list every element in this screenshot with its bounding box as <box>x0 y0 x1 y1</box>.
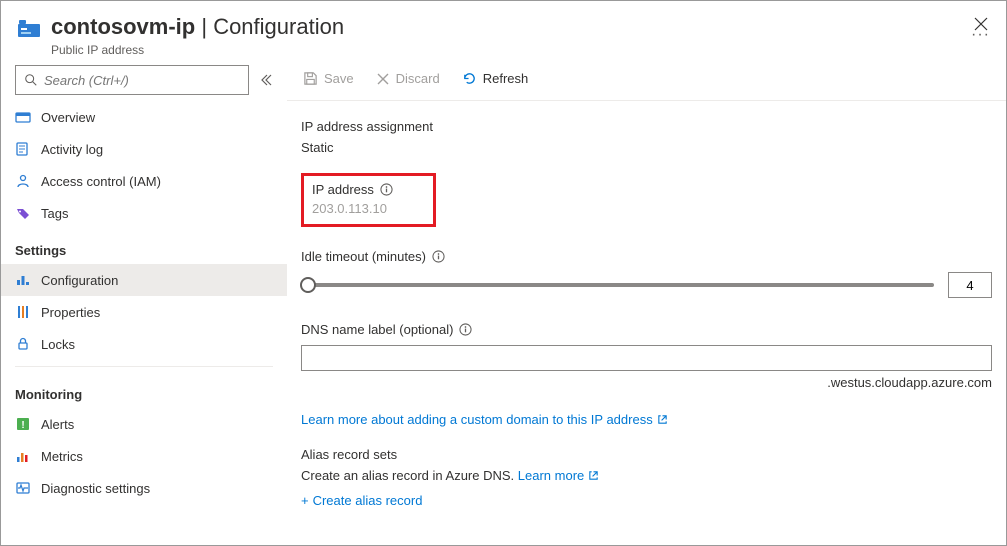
iam-icon <box>15 173 31 189</box>
info-icon[interactable] <box>459 323 472 336</box>
save-button[interactable]: Save <box>301 69 356 88</box>
alias-text: Create an alias record in Azure DNS. <box>301 468 514 483</box>
external-link-icon <box>657 414 668 425</box>
public-ip-icon <box>17 17 41 41</box>
sidebar-item-label: Alerts <box>41 417 74 432</box>
ip-label: IP address <box>312 182 374 197</box>
alias-header: Alias record sets <box>301 447 992 462</box>
assignment-value: Static <box>301 140 992 155</box>
sidebar-item-locks[interactable]: Locks <box>1 328 287 360</box>
sidebar-item-label: Tags <box>41 206 68 221</box>
dns-suffix: .westus.cloudapp.azure.com <box>301 375 992 390</box>
sidebar-item-label: Access control (IAM) <box>41 174 161 189</box>
dns-label: DNS name label (optional) <box>301 322 453 337</box>
sidebar-item-label: Overview <box>41 110 95 125</box>
sidebar-item-label: Metrics <box>41 449 83 464</box>
sidebar-item-label: Configuration <box>41 273 118 288</box>
sidebar-item-label: Locks <box>41 337 75 352</box>
search-input[interactable] <box>44 73 240 88</box>
tags-icon <box>15 205 31 221</box>
dns-name-input[interactable] <box>301 345 992 371</box>
save-icon <box>303 71 318 86</box>
metrics-icon <box>15 448 31 464</box>
nav-section-monitoring: Monitoring <box>1 373 287 408</box>
refresh-button[interactable]: Refresh <box>460 69 531 88</box>
properties-icon <box>15 304 31 320</box>
sidebar-item-iam[interactable]: Access control (IAM) <box>1 165 287 197</box>
lock-icon <box>15 336 31 352</box>
configuration-icon <box>15 272 31 288</box>
sidebar-item-diagnostic[interactable]: Diagnostic settings <box>1 472 287 504</box>
plus-icon: + <box>301 493 309 508</box>
sidebar-item-overview[interactable]: Overview <box>1 101 287 133</box>
resource-type: Public IP address <box>51 43 953 57</box>
discard-button[interactable]: Discard <box>374 69 442 88</box>
sidebar-item-properties[interactable]: Properties <box>1 296 287 328</box>
search-icon <box>24 73 38 87</box>
idle-timeout-value[interactable] <box>948 272 992 298</box>
external-link-icon <box>588 470 599 481</box>
overview-icon <box>15 109 31 125</box>
sidebar-item-label: Properties <box>41 305 100 320</box>
slider-thumb[interactable] <box>300 277 316 293</box>
sidebar-item-tags[interactable]: Tags <box>1 197 287 229</box>
sidebar-item-label: Diagnostic settings <box>41 481 150 496</box>
alias-learn-more-link[interactable]: Learn more <box>518 468 599 483</box>
svg-text:!: ! <box>21 420 24 431</box>
nav-sidebar: Overview Activity log Access control (IA… <box>1 59 287 545</box>
custom-domain-link[interactable]: Learn more about adding a custom domain … <box>301 412 668 427</box>
info-icon[interactable] <box>380 183 393 196</box>
nav-section-settings: Settings <box>1 229 287 264</box>
idle-timeout-slider[interactable] <box>301 277 934 293</box>
sidebar-item-metrics[interactable]: Metrics <box>1 440 287 472</box>
ip-highlight-box: IP address 203.0.113.10 <box>301 173 436 227</box>
assignment-label: IP address assignment <box>301 119 992 134</box>
sidebar-item-configuration[interactable]: Configuration <box>1 264 287 296</box>
search-input-wrapper[interactable] <box>15 65 249 95</box>
sidebar-item-alerts[interactable]: ! Alerts <box>1 408 287 440</box>
info-icon[interactable] <box>432 250 445 263</box>
diagnostic-icon <box>15 480 31 496</box>
sidebar-item-label: Activity log <box>41 142 103 157</box>
alerts-icon: ! <box>15 416 31 432</box>
idle-timeout-label: Idle timeout (minutes) <box>301 249 426 264</box>
activity-log-icon <box>15 141 31 157</box>
close-button[interactable] <box>974 17 988 31</box>
collapse-sidebar-button[interactable] <box>259 73 273 87</box>
blade-title: contosovm-ip | Configuration <box>51 13 953 41</box>
create-alias-button[interactable]: + Create alias record <box>301 493 422 508</box>
discard-icon <box>376 72 390 86</box>
sidebar-item-activity-log[interactable]: Activity log <box>1 133 287 165</box>
ip-value: 203.0.113.10 <box>312 201 393 216</box>
refresh-icon <box>462 71 477 86</box>
